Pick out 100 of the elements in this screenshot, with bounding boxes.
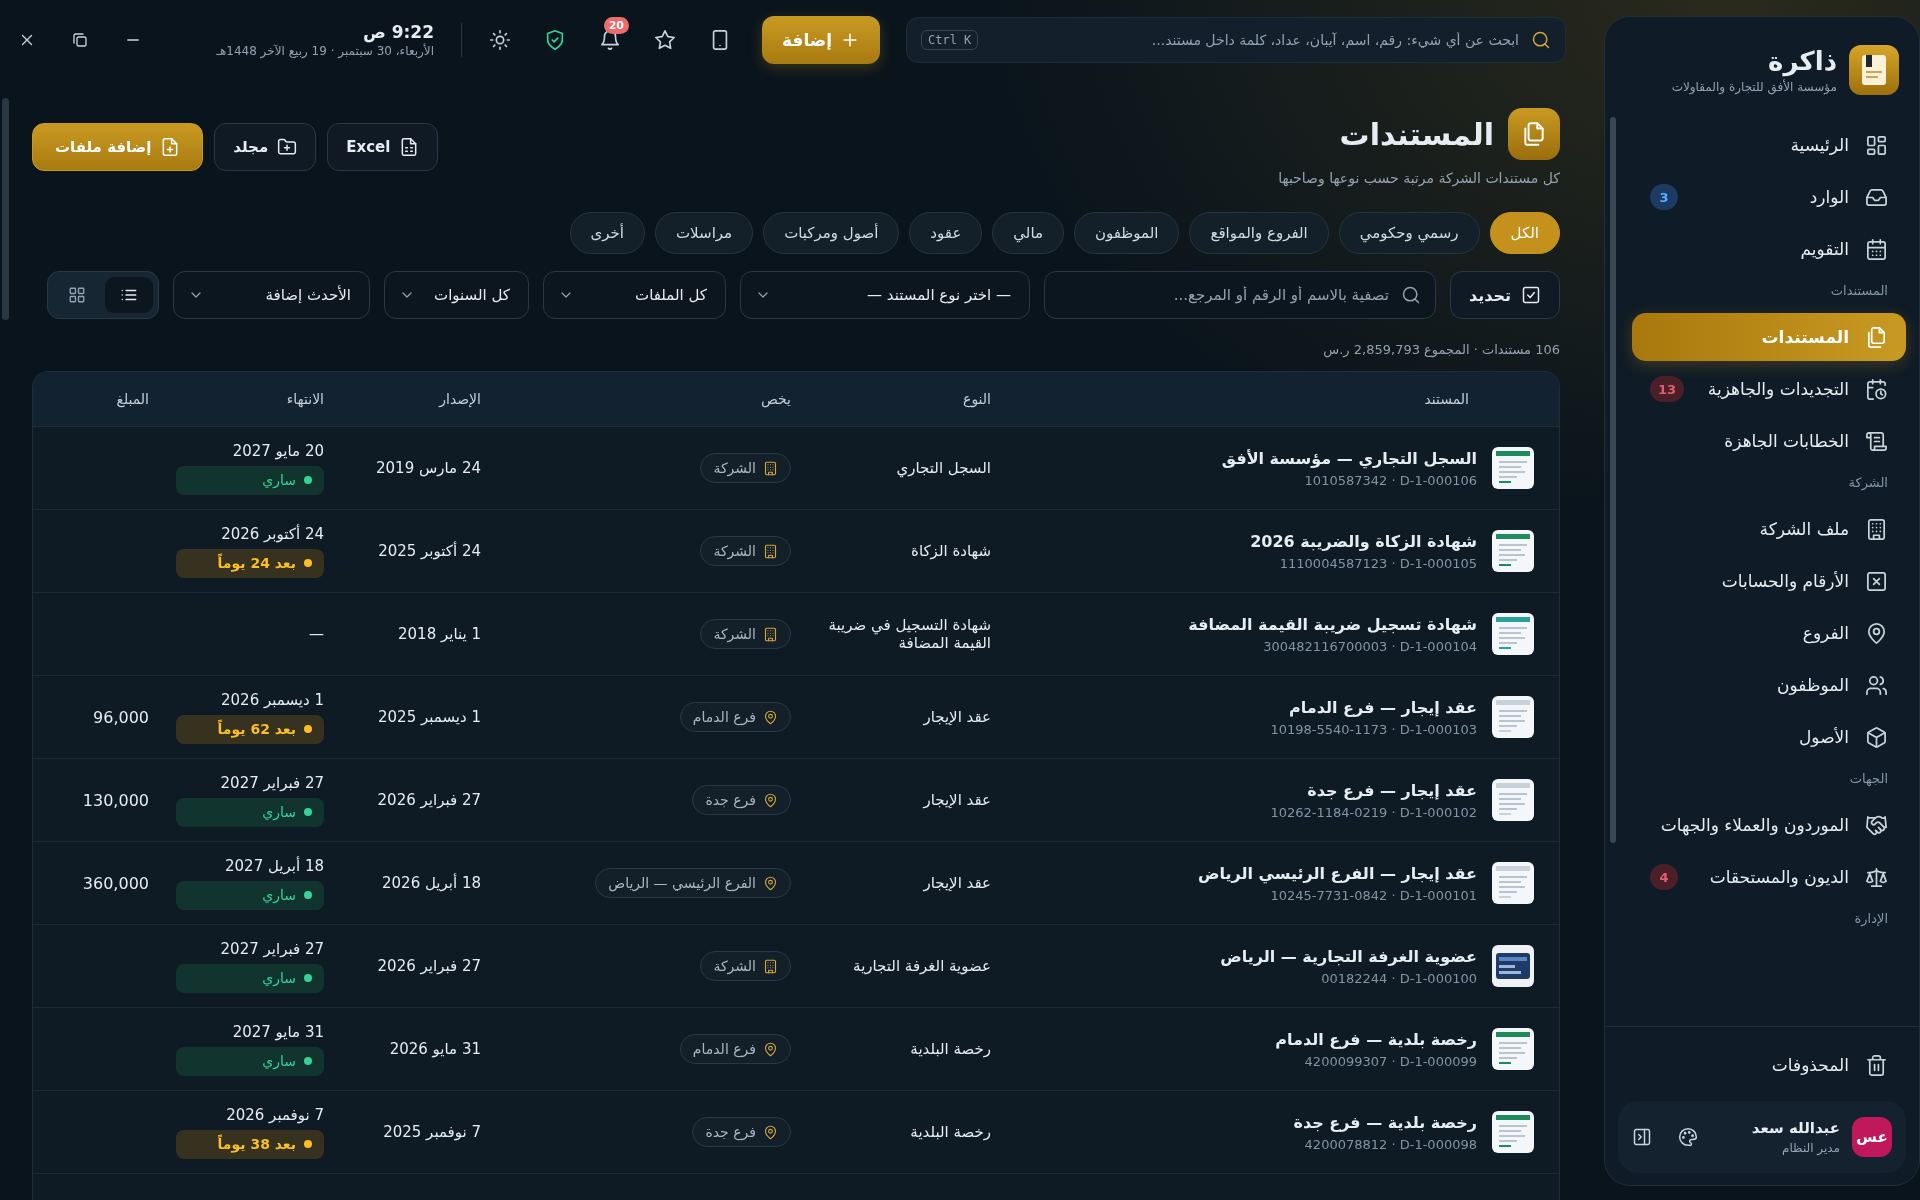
shield-check-icon[interactable]: [544, 29, 566, 51]
calendar-icon: [1865, 237, 1888, 261]
select-button[interactable]: تحديد: [1449, 271, 1560, 319]
nav-item[interactable]: الرئيسية: [1632, 121, 1906, 169]
shortcut-hint: Ctrl K: [921, 30, 979, 50]
document-title[interactable]: عقد إيجار — فرع الدمام: [1289, 697, 1477, 717]
status-label: ساري: [262, 472, 296, 488]
filter-tab[interactable]: الفروع والمواقع: [1189, 212, 1329, 254]
column-header: الانتهاء: [285, 391, 325, 407]
document-title[interactable]: رخصة بلدية — فرع جدة: [1293, 1112, 1477, 1132]
section-label: الإدارة: [1853, 911, 1888, 928]
expiry-date: 20 مايو 2027: [232, 441, 324, 460]
nav-item[interactable]: التقويم: [1632, 225, 1906, 273]
dropdown[interactable]: كل الملفات: [542, 271, 726, 319]
filter-tab[interactable]: أصول ومركبات: [763, 212, 900, 254]
dropdown[interactable]: — اختر نوع المستند —: [739, 271, 1030, 319]
filter-tab[interactable]: رسمي وحكومي: [1338, 212, 1480, 254]
panel-icon[interactable]: [1632, 1127, 1652, 1147]
status-dot: [304, 1140, 312, 1148]
sun-icon[interactable]: [489, 29, 511, 51]
user-avatar: عس: [1852, 1117, 1892, 1157]
document-title[interactable]: شهادة تسجيل ضريبة القيمة المضافة: [1188, 614, 1477, 634]
handshake-icon: [1865, 813, 1888, 837]
expiry-date: 27 فبراير 2027: [220, 773, 324, 792]
box-icon: [1865, 725, 1888, 749]
count-badge: 13: [1650, 376, 1685, 402]
star-icon[interactable]: [654, 29, 676, 51]
search-icon: [1400, 285, 1421, 305]
scrollbar[interactable]: [1610, 117, 1616, 843]
document-title[interactable]: عقد إيجار — فرع جدة: [1307, 780, 1477, 800]
owner-label: الشركة: [713, 626, 756, 642]
status-dot: [304, 974, 312, 982]
owner-label: الشركة: [713, 543, 756, 559]
map-pin-icon: [1865, 621, 1888, 645]
folder-button[interactable]: مجلد: [214, 123, 317, 171]
view-toggle[interactable]: [104, 277, 153, 313]
document-reference: 300482116700003 · D-1-000104: [1263, 638, 1477, 654]
check-square-icon: [1521, 285, 1541, 305]
nav-item[interactable]: الخطابات الجاهزة: [1632, 417, 1906, 465]
document-type: رخصة البلدية: [910, 1040, 991, 1058]
amount: 360,000: [82, 873, 149, 893]
document-title[interactable]: السجل التجاري — مؤسسة الأفق: [1221, 448, 1477, 468]
calendar-clock-icon: [1865, 377, 1888, 401]
status-dot: [304, 891, 312, 899]
nav-item[interactable]: الموردون والعملاء والجهات: [1632, 801, 1906, 849]
count-badge: 3: [1650, 184, 1678, 210]
expiry-date: 31 مايو 2027: [232, 1022, 324, 1041]
owner-label: الفرع الرئيسي — الرياض: [608, 875, 756, 891]
status-label: ساري: [262, 970, 296, 986]
issue-date: 18 أبريل 2026: [382, 874, 481, 892]
expiry-date: 1 ديسمبر 2026: [221, 690, 324, 709]
filter-tab[interactable]: مراسلات: [655, 212, 754, 254]
map-pin-icon: [763, 1124, 778, 1140]
expiry-date: 7 نوفمبر 2026: [226, 1105, 324, 1124]
nav-item[interactable]: الأصول: [1632, 713, 1906, 761]
section-label: الجهات: [1848, 771, 1888, 789]
document-type: شهادة التسجيل في ضريبة القيمة المضافة: [827, 616, 991, 652]
map-pin-icon: [763, 1041, 778, 1057]
issue-date: 24 أكتوبر 2025: [378, 542, 481, 560]
document-title[interactable]: شهادة الزكاة والضريبة 2026: [1250, 531, 1477, 551]
document-title[interactable]: عضوية الغرفة التجارية — الرياض: [1220, 946, 1477, 966]
document-type: شهادة الزكاة: [911, 542, 991, 560]
count-badge: 4: [1650, 864, 1678, 890]
restore-icon[interactable]: [71, 31, 89, 49]
document-thumbnail: [1491, 529, 1535, 573]
bell-icon[interactable]: [599, 29, 621, 51]
nav-item[interactable]: ملف الشركة: [1632, 505, 1906, 553]
expiry-date: 18 أبريل 2027: [225, 856, 324, 875]
dropdown[interactable]: الأحدث إضافة: [172, 271, 370, 319]
document-reference: 1110004587123 · D-1-000105: [1279, 555, 1477, 571]
nav-item[interactable]: الفروع: [1632, 609, 1906, 657]
nav-item[interactable]: الأرقام والحسابات: [1632, 557, 1906, 605]
nav-item[interactable]: الموظفون: [1632, 661, 1906, 709]
palette-icon[interactable]: [1678, 1127, 1698, 1147]
document-thumbnail: [1491, 1027, 1535, 1071]
filter-tab[interactable]: عقود: [909, 212, 983, 254]
issue-date: 27 فبراير 2026: [377, 791, 481, 809]
issue-date: 24 مارس 2019: [376, 459, 481, 477]
document-reference: 10198-5540-1173 · D-1-000103: [1270, 721, 1477, 737]
document-title[interactable]: عقد إيجار — الفرع الرئيسي الرياض: [1197, 863, 1477, 883]
x-square-icon: [1865, 569, 1888, 593]
document-reference: 10245-7731-0842 · D-1-000101: [1270, 887, 1477, 903]
filter-tab[interactable]: أخرى: [569, 212, 645, 254]
document-thumbnail: [1491, 861, 1535, 905]
issue-date: 27 فبراير 2026: [377, 957, 481, 975]
nav-item[interactable]: المحذوفات: [1618, 1041, 1906, 1089]
status-dot: [304, 559, 312, 567]
document-title[interactable]: رخصة بلدية — فرع الدمام: [1275, 1029, 1477, 1049]
status-label: بعد 62 يوماً: [217, 721, 296, 737]
status-dot: [304, 1057, 312, 1065]
scrollbar[interactable]: [2, 98, 9, 320]
map-pin-icon: [763, 709, 778, 725]
scale-icon: [1865, 865, 1888, 889]
export-button[interactable]: Excel: [327, 123, 439, 171]
users-icon: [1865, 673, 1888, 697]
document-reference: 4200078812 · D-1-000098: [1304, 1136, 1477, 1152]
filter-tab[interactable]: الموظفون: [1074, 212, 1180, 254]
filter-tab[interactable]: مالي: [992, 212, 1064, 254]
column-header: النوع: [962, 391, 992, 407]
dropdown[interactable]: كل السنوات: [383, 271, 529, 319]
